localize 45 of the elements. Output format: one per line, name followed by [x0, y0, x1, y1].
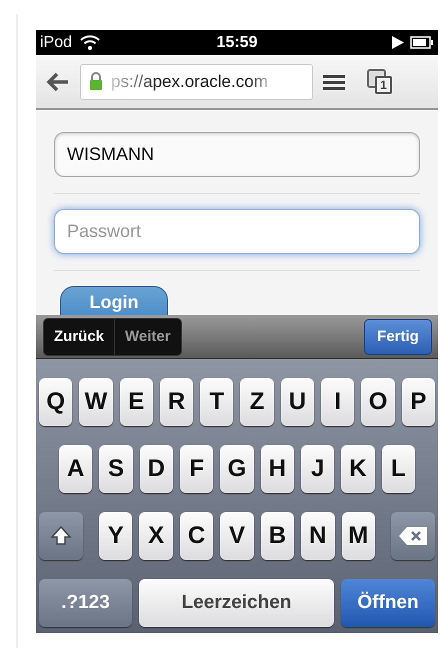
previous-button[interactable]: Zurück: [44, 318, 114, 354]
shift-icon: [50, 525, 72, 547]
username-field[interactable]: WISMANN: [54, 132, 420, 177]
backspace-key[interactable]: [390, 512, 435, 560]
clock: 15:59: [216, 34, 258, 52]
key[interactable]: Z: [240, 378, 274, 426]
key[interactable]: C: [180, 512, 214, 560]
key[interactable]: G: [220, 445, 254, 493]
back-icon[interactable]: [46, 72, 70, 92]
key[interactable]: K: [341, 445, 375, 493]
done-button[interactable]: Fertig: [364, 318, 432, 354]
key[interactable]: A: [59, 445, 92, 493]
key[interactable]: B: [260, 512, 294, 560]
backspace-icon: [398, 526, 428, 546]
password-field[interactable]: Passwort: [54, 209, 420, 254]
key[interactable]: I: [321, 378, 354, 426]
key[interactable]: Q: [39, 378, 72, 426]
key[interactable]: V: [220, 512, 254, 560]
shift-key[interactable]: [39, 512, 83, 560]
key[interactable]: X: [139, 512, 173, 560]
key[interactable]: Y: [99, 512, 132, 560]
key[interactable]: D: [140, 445, 173, 493]
menu-icon[interactable]: [323, 72, 345, 90]
numbers-key[interactable]: .?123: [39, 579, 132, 627]
key[interactable]: J: [300, 445, 334, 493]
key[interactable]: L: [382, 445, 415, 493]
open-key[interactable]: Öffnen: [341, 579, 435, 627]
wifi-icon: [80, 35, 100, 50]
key[interactable]: R: [160, 378, 194, 426]
key[interactable]: W: [79, 378, 113, 426]
key[interactable]: M: [342, 512, 375, 560]
key[interactable]: E: [120, 378, 153, 426]
space-key[interactable]: Leerzeichen: [139, 579, 334, 627]
key[interactable]: P: [402, 378, 435, 426]
carrier-label: iPod: [40, 34, 72, 52]
key[interactable]: S: [99, 445, 133, 493]
key[interactable]: F: [180, 445, 214, 493]
key[interactable]: O: [361, 378, 395, 426]
key[interactable]: N: [301, 512, 335, 560]
play-icon: [392, 36, 404, 49]
key[interactable]: T: [200, 378, 234, 426]
key[interactable]: H: [260, 445, 294, 493]
battery-icon: [410, 36, 434, 49]
address-bar[interactable]: ps://apex.oracle.com: [80, 64, 313, 100]
key[interactable]: U: [280, 378, 314, 426]
